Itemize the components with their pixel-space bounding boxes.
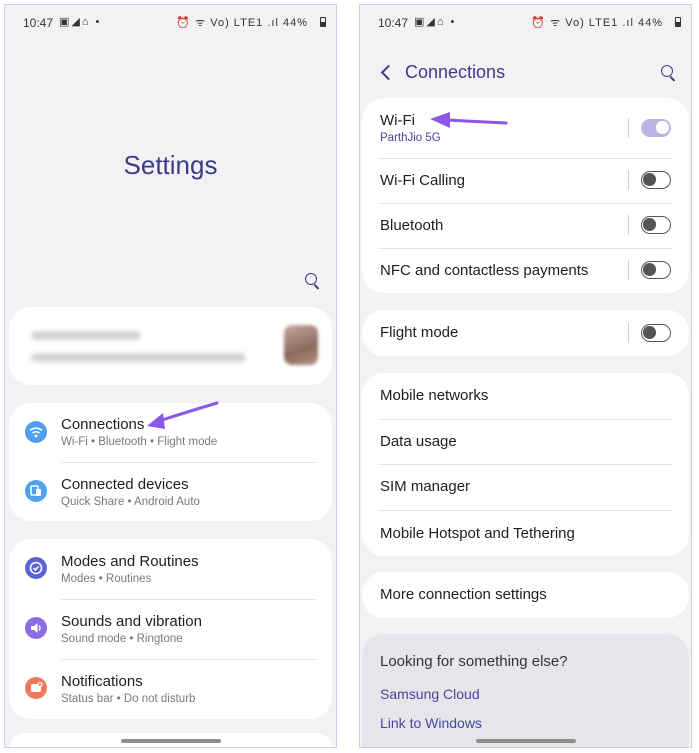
flight-mode-group: Flight mode — [362, 310, 689, 356]
wifi-row[interactable]: Wi-Fi ParthJio 5G — [362, 98, 689, 158]
status-bar: 10:47 ▣◢⌂ • ⏰ ᯤ Vo) LTE1 .ıl 44% — [5, 5, 336, 41]
back-icon[interactable] — [380, 64, 397, 81]
nfc-row[interactable]: NFC and contactless payments — [362, 248, 689, 293]
status-time: 10:47 — [23, 16, 54, 30]
separator — [628, 260, 629, 280]
gesture-bar — [120, 739, 221, 743]
menu-item-mobile-networks[interactable]: Mobile networks — [362, 373, 689, 418]
wireless-group: Wi-Fi ParthJio 5G Wi-Fi Calling Bluetoot… — [362, 98, 689, 293]
menu-item-subtitle: Status bar • Do not disturb — [61, 693, 196, 705]
menu-item-title: Data usage — [380, 433, 457, 450]
status-time: 10:47 — [378, 16, 409, 30]
account-name-blurred — [31, 331, 141, 340]
page-title: Connections — [405, 62, 506, 82]
wifi-calling-toggle[interactable] — [641, 171, 671, 189]
menu-item-title: SIM manager — [380, 478, 471, 495]
settings-screen: 10:47 ▣◢⌂ • ⏰ ᯤ Vo) LTE1 .ıl 44% Setting… — [4, 4, 337, 748]
flight-mode-toggle[interactable] — [641, 324, 671, 342]
signal-icons: ⏰ ᯤ Vo) LTE1 .ıl 44% — [531, 15, 663, 30]
menu-item-more-connection-settings[interactable]: More connection settings — [362, 572, 689, 618]
menu-item-hotspot-tethering[interactable]: Mobile Hotspot and Tethering — [362, 510, 689, 556]
connections-card: Connections Wi-Fi • Bluetooth • Flight m… — [9, 403, 332, 521]
connections-screen: 10:47 ▣◢⌂ • ⏰ ᯤ Vo) LTE1 .ıl 44% Connect… — [359, 4, 692, 748]
flight-mode-title: Flight mode — [380, 324, 459, 341]
separator — [628, 323, 629, 343]
menu-item-subtitle: Quick Share • Android Auto — [61, 496, 200, 508]
search-icon[interactable] — [661, 65, 677, 82]
menu-item-title: Notifications — [61, 673, 143, 690]
menu-item-title: Connections — [61, 416, 145, 433]
more-settings-group: More connection settings — [362, 572, 689, 618]
status-bar: 10:47 ▣◢⌂ • ⏰ ᯤ Vo) LTE1 .ıl 44% — [360, 5, 691, 41]
separator — [628, 118, 629, 138]
signal-icons: ⏰ ᯤ Vo) LTE1 .ıl 44% — [176, 15, 308, 30]
battery-percent: 44% — [637, 17, 663, 29]
check-circle-icon — [25, 557, 47, 579]
modes-card: Modes and Routines Modes • Routines Soun… — [9, 539, 332, 719]
bluetooth-row[interactable]: Bluetooth — [362, 203, 689, 248]
battery-icon — [675, 17, 681, 27]
nfc-toggle[interactable] — [641, 261, 671, 279]
bluetooth-title: Bluetooth — [380, 217, 444, 234]
gesture-bar — [475, 739, 576, 743]
menu-item-title: Sounds and vibration — [61, 613, 202, 630]
wifi-calling-title: Wi-Fi Calling — [380, 172, 466, 189]
page-title: Settings — [123, 150, 218, 180]
menu-item-sim-manager[interactable]: SIM manager — [362, 464, 689, 509]
nfc-title: NFC and contactless payments — [380, 262, 589, 279]
speaker-icon — [25, 617, 47, 639]
menu-item-sounds-vibration[interactable]: Sounds and vibration Sound mode • Ringto… — [9, 599, 332, 658]
notification-icon — [25, 677, 47, 699]
bluetooth-toggle[interactable] — [641, 216, 671, 234]
menu-item-title: Mobile Hotspot and Tethering — [380, 525, 575, 542]
account-card[interactable] — [9, 307, 332, 385]
wifi-title: Wi-Fi — [380, 112, 415, 129]
menu-item-connected-devices[interactable]: Connected devices Quick Share • Android … — [9, 462, 332, 521]
notification-icons: ▣◢⌂ • — [414, 16, 457, 28]
wifi-calling-row[interactable]: Wi-Fi Calling — [362, 158, 689, 203]
wifi-icon — [25, 421, 47, 443]
menu-item-subtitle: Sound mode • Ringtone — [61, 633, 183, 645]
signal-icon: ⏰ ᯤ Vo) LTE1 .ıl — [531, 17, 634, 29]
battery-percent: 44% — [282, 17, 308, 29]
search-icon[interactable] — [305, 273, 321, 290]
separator — [628, 215, 629, 235]
suggestions-card: Looking for something else? Samsung Clou… — [362, 634, 689, 747]
connected-devices-icon — [25, 480, 47, 502]
menu-item-subtitle: Wi-Fi • Bluetooth • Flight mode — [61, 436, 218, 448]
notification-icons: ▣◢⌂ • — [59, 16, 102, 28]
menu-item-title: Modes and Routines — [61, 553, 199, 570]
separator — [628, 170, 629, 190]
wifi-network-name: ParthJio 5G — [380, 132, 441, 144]
menu-item-title: Mobile networks — [380, 387, 489, 404]
menu-item-modes-routines[interactable]: Modes and Routines Modes • Routines — [9, 539, 332, 598]
suggestions-heading: Looking for something else? — [380, 653, 568, 670]
link-to-windows-link[interactable]: Link to Windows — [380, 715, 482, 731]
signal-icon: ⏰ ᯤ Vo) LTE1 .ıl — [176, 17, 279, 29]
samsung-cloud-link[interactable]: Samsung Cloud — [380, 686, 480, 702]
menu-item-subtitle: Modes • Routines — [61, 573, 152, 585]
menu-item-notifications[interactable]: Notifications Status bar • Do not distur… — [9, 659, 332, 718]
wifi-toggle[interactable] — [641, 119, 671, 137]
menu-item-title: Connected devices — [61, 476, 189, 493]
mobile-group: Mobile networks Data usage SIM manager M… — [362, 373, 689, 556]
menu-item-connections[interactable]: Connections Wi-Fi • Bluetooth • Flight m… — [9, 403, 332, 462]
battery-icon — [320, 17, 326, 27]
flight-mode-row[interactable]: Flight mode — [362, 310, 689, 356]
menu-item-data-usage[interactable]: Data usage — [362, 419, 689, 464]
avatar — [284, 325, 318, 365]
menu-item-title: More connection settings — [380, 586, 547, 603]
account-email-blurred — [31, 353, 246, 362]
